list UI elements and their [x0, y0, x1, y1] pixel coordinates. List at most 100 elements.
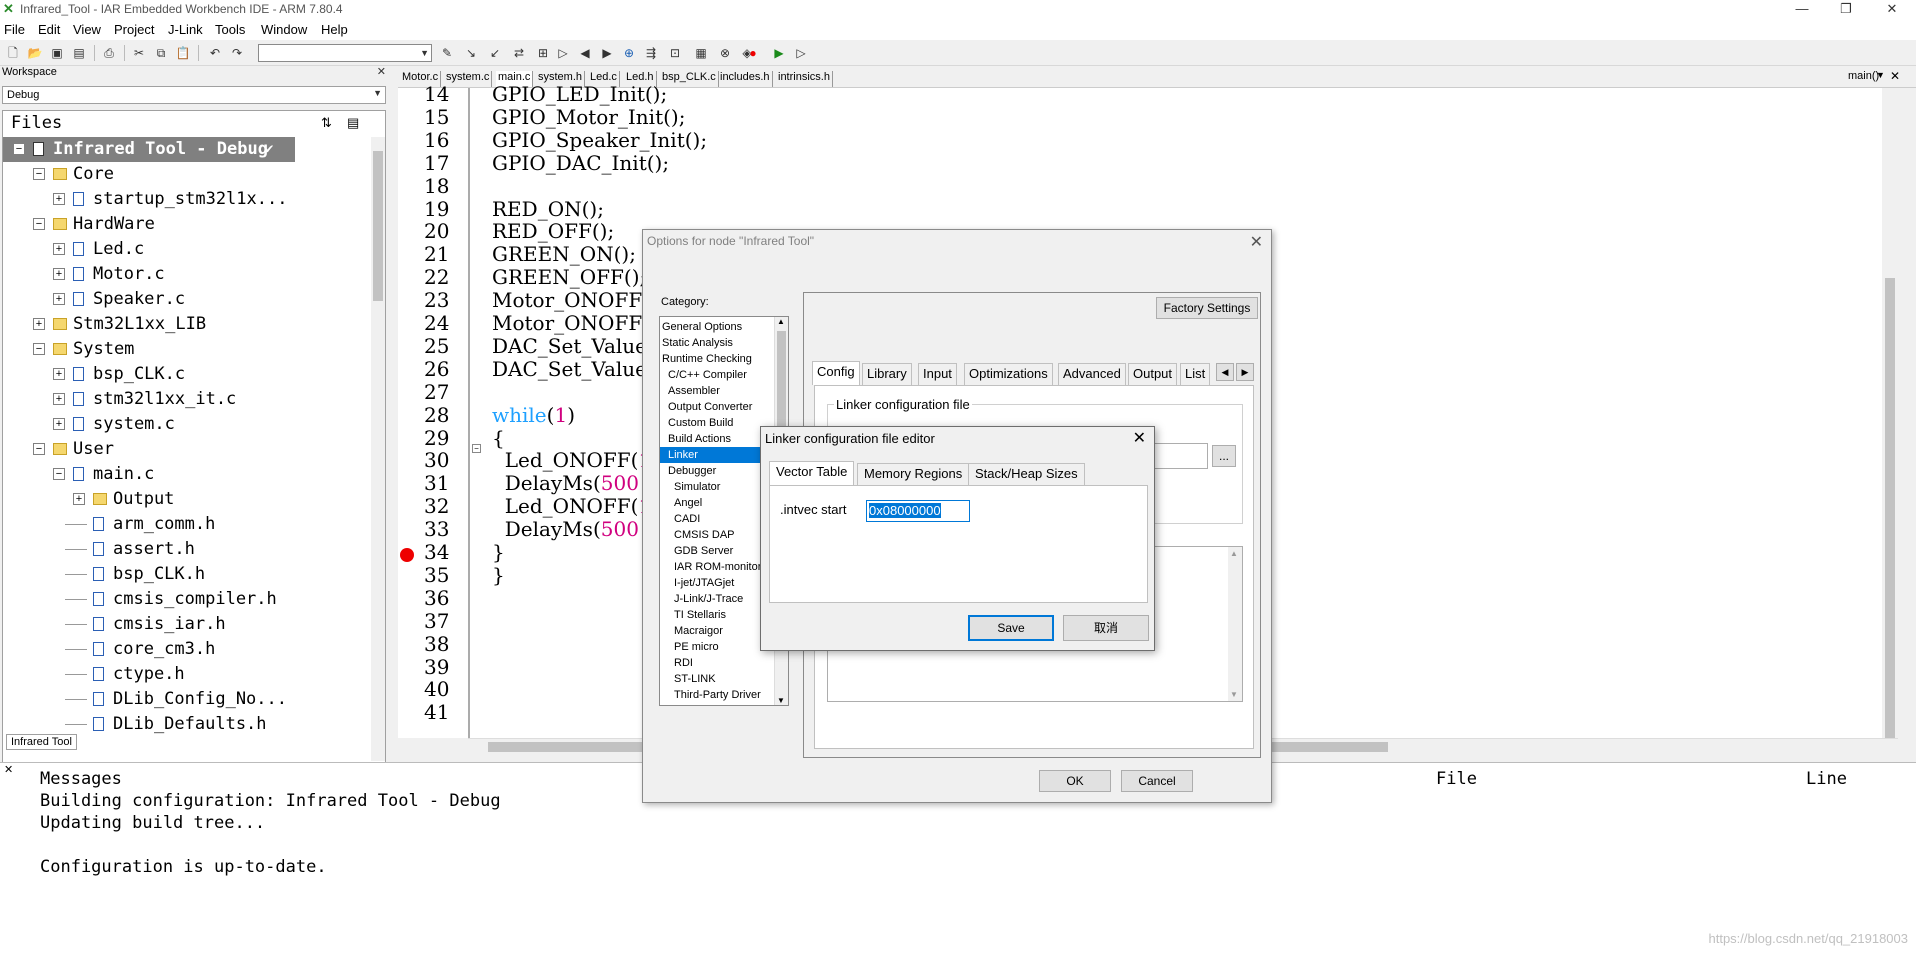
fold-toggle-icon[interactable]: −	[472, 444, 481, 453]
category-item[interactable]: Static Analysis	[660, 335, 776, 351]
menu-tools[interactable]: Tools	[215, 22, 245, 37]
minimize-button[interactable]: —	[1782, 0, 1822, 20]
tab-scroll-left-icon[interactable]: ◀	[1216, 363, 1234, 381]
category-item[interactable]: ST-LINK	[660, 671, 776, 687]
collapse-icon[interactable]: −	[33, 218, 45, 230]
tree-item[interactable]: − System	[3, 337, 373, 362]
next-bookmark-icon[interactable]: ▶	[598, 44, 616, 62]
expand-icon[interactable]: +	[53, 393, 65, 405]
textarea-scrollbar[interactable]: ▲ ▼	[1228, 547, 1242, 701]
tree-item[interactable]: assert.h	[3, 537, 373, 562]
tree-item[interactable]: + stm32l1xx_it.c	[3, 387, 373, 412]
find-prev-icon[interactable]: ↙	[486, 44, 504, 62]
cancel-button[interactable]: Cancel	[1121, 770, 1193, 792]
tree-item[interactable]: arm_comm.h	[3, 512, 373, 537]
bookmark-icon[interactable]: ▷	[554, 44, 572, 62]
sort-icon[interactable]: ⇅	[321, 115, 332, 131]
menu-view[interactable]: View	[73, 22, 101, 37]
expand-icon[interactable]: +	[73, 493, 85, 505]
category-item[interactable]: Debugger	[660, 463, 776, 479]
category-item[interactable]: IAR ROM-monitor	[660, 559, 776, 575]
tree-scrollbar[interactable]	[371, 137, 385, 761]
tree-item[interactable]: − main.c	[3, 462, 373, 487]
category-item[interactable]: General Options	[660, 319, 776, 335]
category-item[interactable]: J-Link/J-Trace	[660, 591, 776, 607]
menu-help[interactable]: Help	[321, 22, 348, 37]
save-all-icon[interactable]: ▤	[70, 44, 88, 62]
stop-build-icon[interactable]: ⊗	[716, 44, 734, 62]
chevron-up-icon[interactable]: ▲	[1230, 549, 1238, 558]
category-item[interactable]: RDI	[660, 655, 776, 671]
category-item[interactable]: Angel	[660, 495, 776, 511]
tree-item[interactable]: DLib_Config_No...	[3, 687, 373, 712]
tree-scroll-thumb[interactable]	[373, 151, 383, 301]
menu-project[interactable]: Project	[114, 22, 154, 37]
download-debug-icon[interactable]: ▶	[770, 44, 788, 62]
ok-button[interactable]: OK	[1039, 770, 1111, 792]
function-selector[interactable]: main()	[1848, 70, 1879, 82]
workspace-tab[interactable]: Infrared Tool	[6, 734, 77, 750]
expand-icon[interactable]: +	[53, 243, 65, 255]
options-tab[interactable]: Config	[812, 361, 860, 385]
category-item[interactable]: Linker	[660, 447, 776, 463]
options-tab[interactable]: List	[1180, 363, 1211, 385]
tree-item[interactable]: + startup_stm32l1x...	[3, 187, 373, 212]
linker-editor-close-icon[interactable]: ✕	[1133, 428, 1146, 448]
new-file-icon[interactable]: 🗋	[4, 44, 22, 62]
config-select[interactable]: Debug ▼	[2, 86, 386, 104]
save-button[interactable]: Save	[968, 615, 1054, 641]
category-item[interactable]: Third-Party Driver	[660, 687, 776, 703]
category-item[interactable]: CADI	[660, 511, 776, 527]
tree-item[interactable]: + bsp_CLK.c	[3, 362, 373, 387]
options-tab[interactable]: Advanced	[1058, 363, 1126, 385]
tree-item[interactable]: + Output	[3, 487, 373, 512]
editor-vscroll-thumb[interactable]	[1885, 278, 1895, 738]
editor-tab[interactable]: includes.h	[718, 71, 773, 87]
undo-icon[interactable]: ↶	[206, 44, 224, 62]
tree-item[interactable]: cmsis_compiler.h	[3, 587, 373, 612]
category-item[interactable]: I-jet/JTAGjet	[660, 575, 776, 591]
breakpoint-icon[interactable]: ●	[744, 44, 762, 62]
category-item[interactable]: CMSIS DAP	[660, 527, 776, 543]
goto-icon[interactable]: ⊞	[534, 44, 552, 62]
options-tab[interactable]: Output	[1128, 363, 1178, 385]
options-tab[interactable]: Input	[918, 363, 957, 385]
factory-settings-button[interactable]: Factory Settings	[1156, 297, 1258, 319]
expand-icon[interactable]: +	[53, 193, 65, 205]
restore-button[interactable]: ❐	[1826, 0, 1866, 20]
category-item[interactable]: Runtime Checking	[660, 351, 776, 367]
category-item[interactable]: Build Actions	[660, 431, 776, 447]
save-icon[interactable]: ▣	[48, 44, 66, 62]
workspace-close-icon[interactable]: ✕	[377, 65, 386, 78]
find-combo[interactable]: ▼	[258, 44, 432, 62]
collapse-icon[interactable]: −	[53, 468, 65, 480]
category-item[interactable]: Output Converter	[660, 399, 776, 415]
editor-tab[interactable]: bsp_CLK.c	[660, 71, 719, 87]
tree-item[interactable]: ctype.h	[3, 662, 373, 687]
expand-icon[interactable]: +	[53, 368, 65, 380]
tab-scroll-right-icon[interactable]: ▶	[1236, 363, 1254, 381]
options-tab[interactable]: Library	[862, 363, 912, 385]
category-item[interactable]: Custom Build	[660, 415, 776, 431]
close-button[interactable]: ✕	[1872, 0, 1912, 20]
browse-button[interactable]: ...	[1212, 445, 1236, 467]
editor-tab[interactable]: intrinsics.h	[776, 71, 833, 87]
options-close-icon[interactable]: ✕	[1250, 232, 1263, 252]
intvec-start-input[interactable]: 0x08000000	[866, 500, 970, 522]
tab-stack-heap-sizes[interactable]: Stack/Heap Sizes	[968, 463, 1085, 485]
chevron-down-icon[interactable]: ▼	[777, 696, 785, 705]
tab-vector-table[interactable]: Vector Table	[769, 461, 855, 485]
menu-edit[interactable]: Edit	[38, 22, 60, 37]
options-icon[interactable]: ▤	[347, 115, 359, 131]
tree-item[interactable]: bsp_CLK.h	[3, 562, 373, 587]
category-item[interactable]: TI Stellaris	[660, 607, 776, 623]
replace-icon[interactable]: ⇄	[510, 44, 528, 62]
chevron-down-icon[interactable]: ▼	[1230, 690, 1238, 699]
category-item[interactable]: PE micro	[660, 639, 776, 655]
category-item[interactable]: C/C++ Compiler	[660, 367, 776, 383]
copy-icon[interactable]: ⧉	[152, 44, 170, 62]
debug-no-download-icon[interactable]: ▷	[792, 44, 810, 62]
find-next-icon[interactable]: ↘	[462, 44, 480, 62]
category-item[interactable]: GDB Server	[660, 543, 776, 559]
expand-icon[interactable]: +	[53, 293, 65, 305]
